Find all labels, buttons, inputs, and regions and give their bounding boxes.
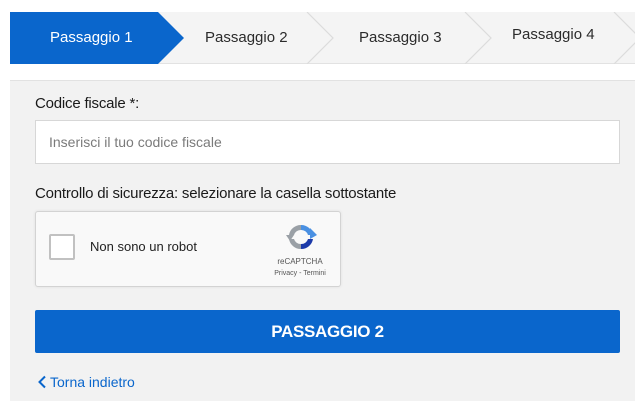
back-link-label[interactable]: Torna indietro: [50, 374, 135, 390]
step-3: Passaggio 3: [359, 29, 442, 46]
codice-fiscale-input[interactable]: [35, 120, 620, 164]
chevron-left-icon: [38, 375, 46, 389]
step-4: Passaggio 4: [512, 26, 595, 43]
next-step-button[interactable]: PASSAGGIO 2: [35, 310, 620, 353]
recaptcha-brand: reCAPTCHA: [277, 257, 323, 266]
back-link[interactable]: Torna indietro: [37, 374, 135, 390]
recaptcha-checkbox[interactable]: [49, 234, 75, 260]
recaptcha-logo-icon: [286, 224, 317, 250]
step-progress: Passaggio 1 Passaggio 2 Passaggio 3 Pass…: [10, 12, 635, 64]
codice-fiscale-label: Codice fiscale *:: [35, 95, 140, 112]
recaptcha-terms-link[interactable]: Termini: [303, 270, 326, 277]
recaptcha-widget: Non sono un robot reCAPTCHA Privacy - Te…: [35, 211, 341, 287]
step-1: Passaggio 1: [50, 29, 133, 46]
recaptcha-links: Privacy - Termini: [258, 270, 342, 277]
recaptcha-privacy-link[interactable]: Privacy: [274, 270, 297, 277]
recaptcha-checkbox-label[interactable]: Non sono un robot: [90, 239, 197, 254]
form-panel: Codice fiscale *: Controllo di sicurezza…: [10, 80, 635, 401]
security-check-label: Controllo di sicurezza: selezionare la c…: [35, 185, 397, 202]
step-2: Passaggio 2: [205, 29, 288, 46]
